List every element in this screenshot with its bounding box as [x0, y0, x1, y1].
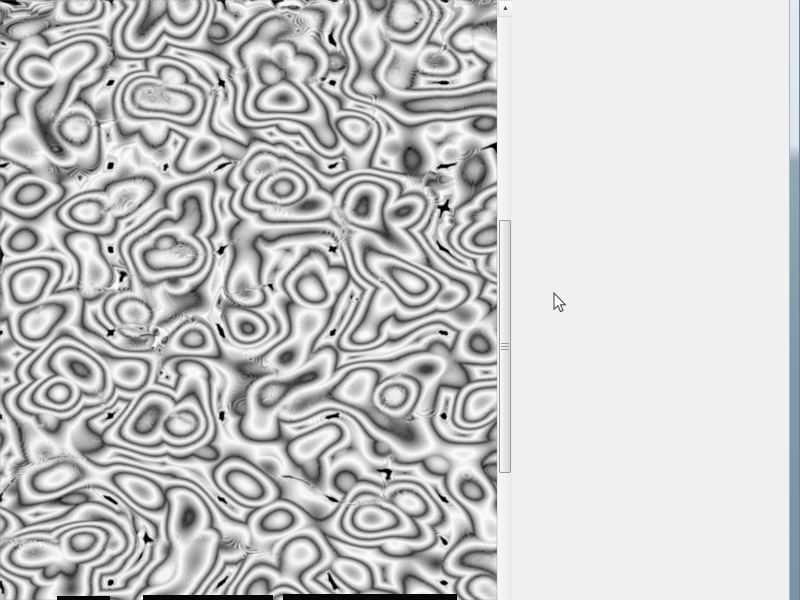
oilpaint-preview-image [0, 0, 497, 600]
scroll-up-arrow-icon: ▲ [502, 5, 509, 12]
filter-settings-panel: OK Cancel Process on GPU Filters are loa… [512, 0, 789, 600]
scrollbar-grip-icon [501, 342, 509, 351]
scrollbar-up-button[interactable]: ▲ [498, 0, 513, 17]
preview-scrollbar[interactable]: ▲ [497, 0, 513, 600]
preview-dark-edge [143, 595, 273, 600]
window-edge [789, 0, 800, 600]
preview-dark-edge [283, 594, 457, 600]
preview-dark-edge [57, 596, 110, 600]
scrollbar-thumb[interactable] [499, 220, 511, 473]
pixel-bender-dialog: ▲ OK Cancel Process on GPU Filters are l… [0, 0, 800, 600]
